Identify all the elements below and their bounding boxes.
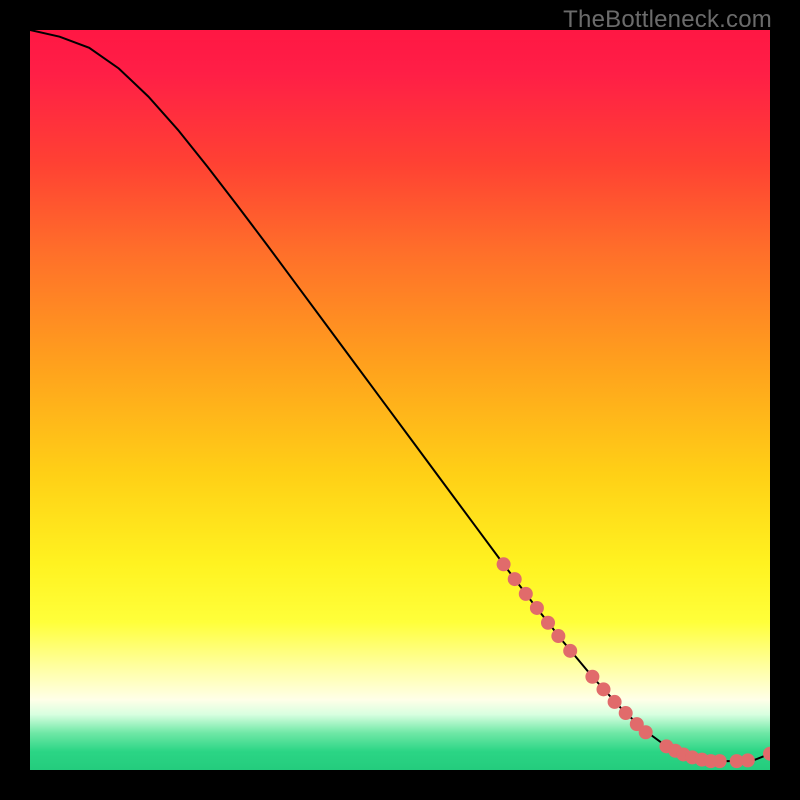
data-point: [619, 706, 633, 720]
plot-area: [30, 30, 770, 770]
data-point: [597, 682, 611, 696]
data-point: [497, 557, 511, 571]
data-point: [563, 644, 577, 658]
data-point: [741, 753, 755, 767]
curve-line: [30, 30, 770, 761]
data-point: [585, 670, 599, 684]
marker-group: [497, 557, 770, 768]
data-point: [519, 587, 533, 601]
data-point: [608, 695, 622, 709]
data-point: [639, 725, 653, 739]
data-point: [763, 747, 770, 761]
data-point: [713, 754, 727, 768]
data-point: [551, 629, 565, 643]
data-point: [530, 601, 544, 615]
data-point: [541, 616, 555, 630]
data-point: [508, 572, 522, 586]
plot-overlay: [30, 30, 770, 770]
chart-stage: TheBottleneck.com: [0, 0, 800, 800]
